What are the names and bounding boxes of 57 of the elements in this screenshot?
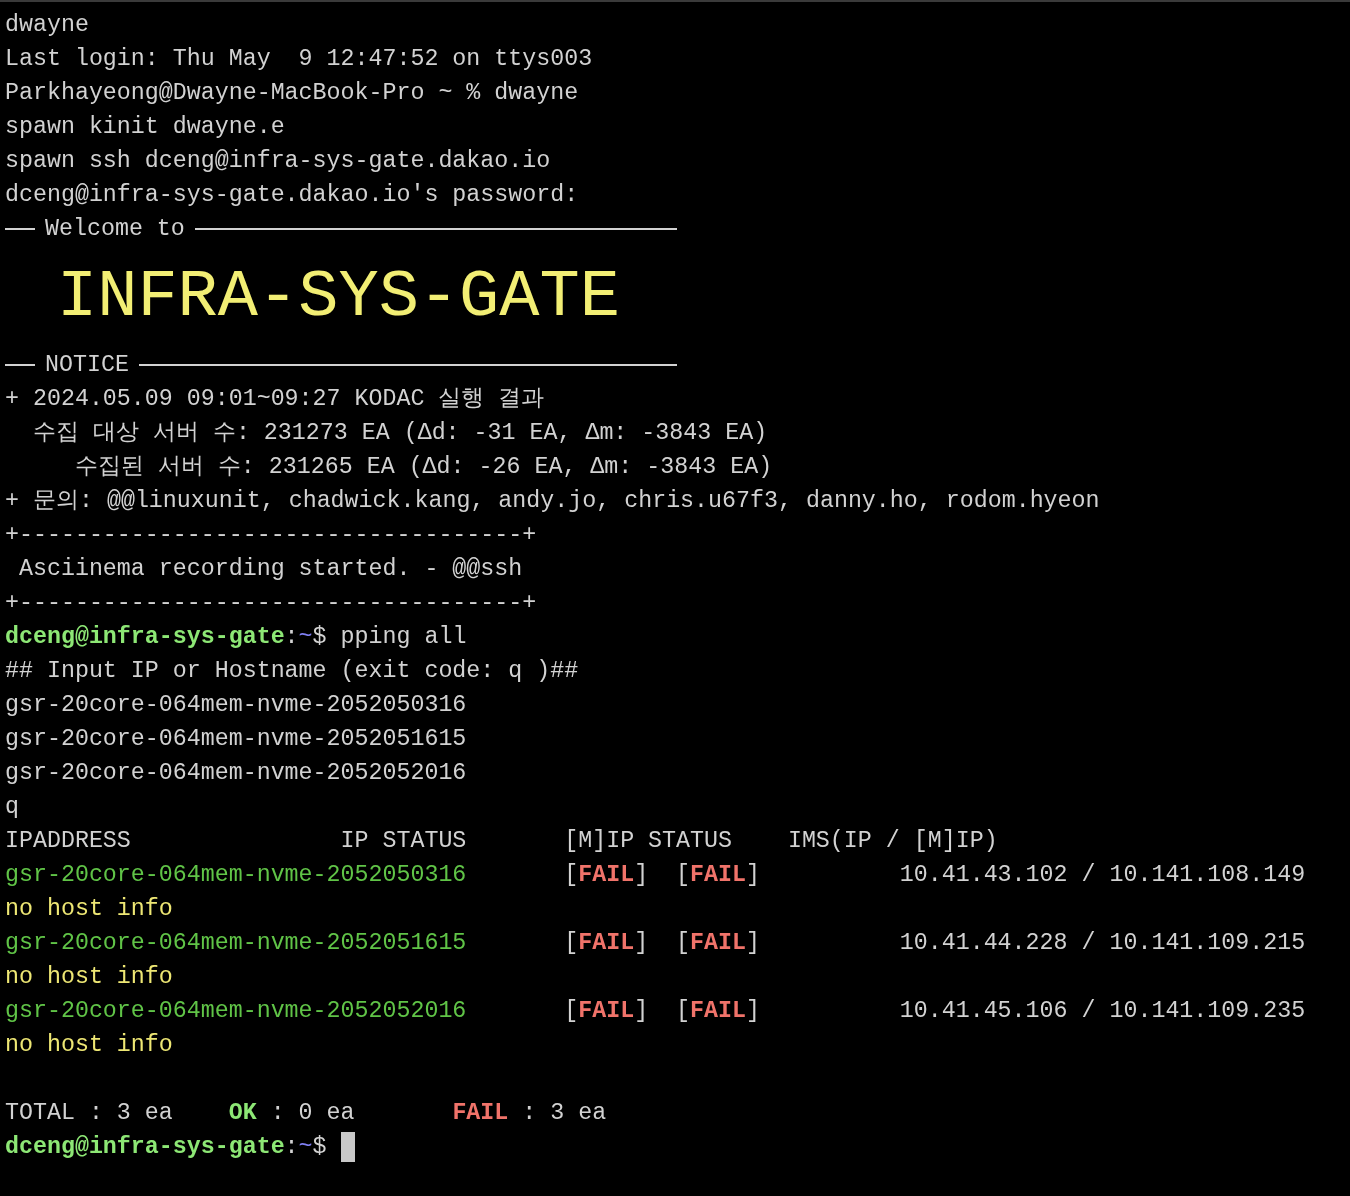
terminal-line: Parkhayeong@Dwayne-MacBook-Pro ~ % dwayne	[5, 79, 579, 108]
fail-status: FAIL	[452, 1099, 509, 1128]
section-heading: Welcome to	[45, 215, 185, 244]
terminal-text: :	[284, 623, 299, 652]
fail-status: FAIL	[578, 997, 635, 1026]
terminal-line: Last login: Thu May 9 12:47:52 on ttys003	[5, 45, 593, 74]
section-heading: NOTICE	[45, 351, 129, 380]
terminal-text: ] 10.41.43.102 / 10.141.108.149	[745, 861, 1306, 890]
terminal-line: + 2024.05.09 09:01~09:27 KODAC 실행 결과	[5, 385, 545, 414]
terminal-line: 수집 대상 서버 수: 231273 EA (Δd: -31 EA, Δm: -3843 EA)	[31, 419, 768, 448]
terminal-text: TOTAL : 3 ea	[5, 1099, 174, 1128]
terminal-line: gsr-20core-064mem-nvme-2052052016	[5, 759, 467, 788]
terminal-line: spawn kinit dwayne.e	[5, 113, 285, 142]
terminal-line: + 문의: @@linuxunit, chadwick.kang, andy.jo, chris.u67f3, danny.ho, rodom.hyeon	[5, 487, 1100, 516]
fail-status: FAIL	[690, 861, 746, 890]
prompt-path: ~	[298, 1133, 313, 1162]
terminal-text: :	[284, 1133, 299, 1162]
terminal-line: 수집된 서버 수: 231265 EA (Δd: -26 EA, Δm: -3843 EA)	[73, 453, 773, 482]
fail-status: FAIL	[690, 929, 746, 958]
host-warning: no host info	[5, 963, 173, 992]
terminal-line: gsr-20core-064mem-nvme-2052050316	[5, 691, 467, 720]
terminal-line: +------------------------------------+	[5, 589, 537, 618]
terminal-text: ] [	[634, 997, 691, 1026]
hostname: gsr-20core-064mem-nvme-2052052016	[5, 997, 467, 1026]
hostname: gsr-20core-064mem-nvme-2052050316	[5, 861, 467, 890]
terminal-line: IPADDRESS IP STATUS [M]IP STATUS IMS(IP / [M]IP)	[5, 827, 998, 856]
fail-status: FAIL	[578, 861, 635, 890]
terminal-line: dwayne	[5, 11, 89, 40]
terminal-line: spawn ssh dceng@infra-sys-gate.dakao.io	[5, 147, 551, 176]
hostname: gsr-20core-064mem-nvme-2052051615	[5, 929, 467, 958]
terminal-text: ] 10.41.45.106 / 10.141.109.235	[745, 997, 1306, 1026]
fail-status: FAIL	[690, 997, 746, 1026]
terminal-text: [	[563, 861, 579, 890]
terminal-text: : 3 ea	[521, 1099, 607, 1128]
cursor	[340, 1132, 355, 1162]
terminal-line: Asciinema recording started. - @@ssh	[17, 555, 523, 584]
ok-label: OK	[228, 1099, 257, 1128]
prompt-path: ~	[298, 623, 313, 652]
prompt-user: dceng@infra-sys-gate	[5, 1133, 285, 1162]
terminal-text: ] [	[634, 861, 691, 890]
host-warning: no host info	[5, 895, 173, 924]
terminal-text: ] 10.41.44.228 / 10.141.109.215	[745, 929, 1306, 958]
host-warning: no host info	[5, 1031, 173, 1060]
banner-title: INFRA-SYS-GATE	[57, 258, 620, 337]
terminal-text: $ pping all	[312, 623, 467, 652]
terminal-line: q	[5, 793, 19, 822]
terminal-text: ] [	[634, 929, 691, 958]
terminal-line: +------------------------------------+	[5, 521, 537, 550]
terminal-line: gsr-20core-064mem-nvme-2052051615	[5, 725, 467, 754]
prompt-user: dceng@infra-sys-gate	[5, 623, 285, 652]
terminal-text: $	[312, 1133, 328, 1162]
fail-status: FAIL	[578, 929, 635, 958]
terminal-text: [	[563, 929, 579, 958]
terminal-text: : 0 ea	[269, 1099, 356, 1128]
terminal-line: ## Input IP or Hostname (exit code: q )##	[5, 657, 579, 686]
terminal-line: dceng@infra-sys-gate.dakao.io's password:	[5, 181, 579, 210]
terminal-text: [	[563, 997, 579, 1026]
